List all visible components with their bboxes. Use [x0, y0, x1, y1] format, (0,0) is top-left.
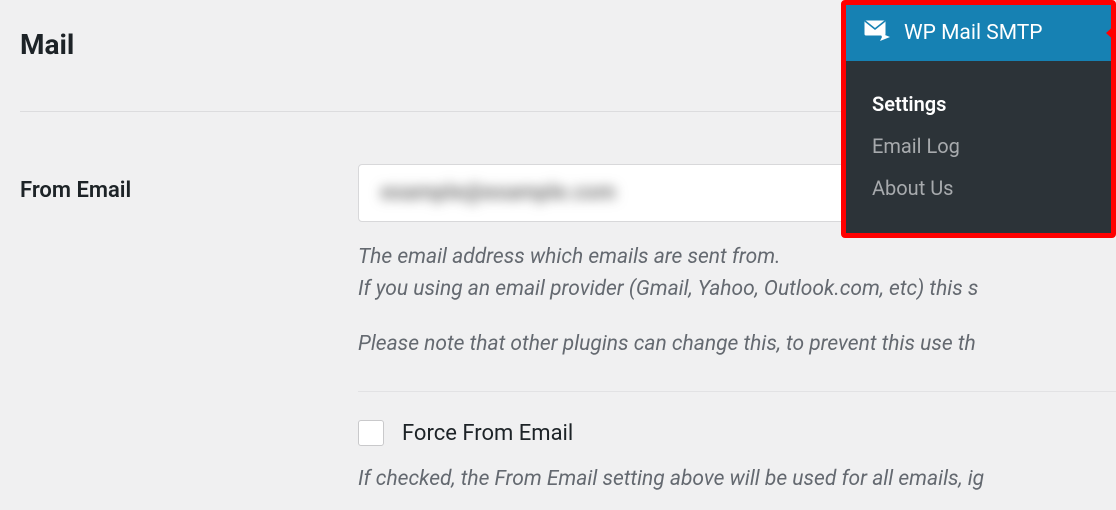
from-email-label: From Email — [20, 164, 358, 203]
from-email-help-3: Please note that other plugins can chang… — [358, 329, 1116, 359]
mail-send-icon — [864, 20, 890, 46]
wp-mail-smtp-title: WP Mail SMTP — [904, 21, 1043, 45]
from-email-help-1: The email address which emails are sent … — [358, 242, 1116, 272]
from-email-value: example@example.com — [381, 181, 616, 205]
menu-item-about-us[interactable]: About Us — [872, 167, 1085, 209]
force-from-email-checkbox[interactable] — [358, 420, 384, 446]
wp-mail-smtp-menu-header[interactable]: WP Mail SMTP — [846, 5, 1111, 61]
menu-item-settings[interactable]: Settings — [872, 83, 1085, 125]
menu-item-email-log[interactable]: Email Log — [872, 125, 1085, 167]
from-email-help-2: If you using an email provider (Gmail, Y… — [358, 274, 1116, 304]
wp-mail-smtp-menu: WP Mail SMTP Settings Email Log About Us — [841, 0, 1116, 238]
caret-left-icon — [1106, 24, 1116, 42]
force-from-email-help: If checked, the From Email setting above… — [358, 464, 1116, 494]
force-from-email-label: Force From Email — [402, 421, 573, 446]
